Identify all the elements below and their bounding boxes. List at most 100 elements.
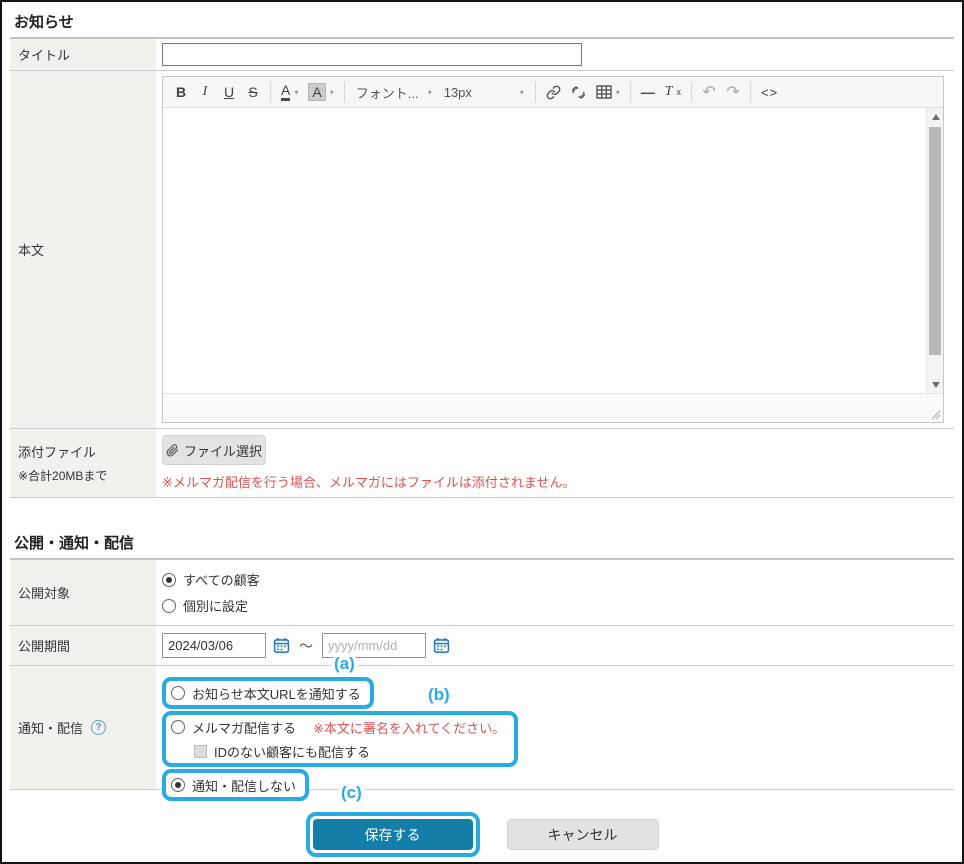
- radio-no-notify-label: 通知・配信しない: [192, 776, 296, 795]
- redo-button[interactable]: ↷: [721, 80, 745, 105]
- radio-individual-setting[interactable]: 個別に設定: [162, 593, 948, 619]
- radio-icon: [162, 573, 176, 587]
- bold-button[interactable]: B: [169, 80, 193, 105]
- radio-icon: [171, 778, 185, 792]
- chevron-down-icon: ▾: [616, 88, 620, 97]
- action-buttons: 保存する キャンセル: [2, 812, 962, 857]
- table-button[interactable]: ▾: [591, 80, 625, 105]
- title-row: タイトル: [10, 39, 954, 71]
- link-icon: [546, 85, 561, 100]
- background-color-button[interactable]: A ▾: [303, 80, 338, 105]
- scroll-down-arrow-icon[interactable]: [927, 376, 944, 393]
- publish-form-table: 公開対象 すべての顧客 個別に設定 公開期間: [10, 560, 954, 790]
- font-size-value: 13px: [444, 85, 472, 100]
- notify-delivery-label: 通知・配信: [18, 718, 83, 737]
- file-select-label: ファイル選択: [184, 441, 262, 460]
- attachment-label: 添付ファイル: [18, 442, 148, 461]
- start-date-input[interactable]: [162, 633, 266, 658]
- attachment-row: 添付ファイル ※合計20MBまで ファイル選択 ※メルマガ配信を行う場合、メルマ…: [10, 429, 954, 498]
- rich-text-editor: B I U S A ▾ A ▾: [162, 76, 944, 423]
- publish-section-title: 公開・通知・配信: [14, 532, 950, 553]
- end-date-calendar-button[interactable]: [433, 637, 450, 654]
- radio-all-customers[interactable]: すべての顧客: [162, 567, 948, 593]
- font-size-select[interactable]: 13px ▾: [438, 80, 530, 105]
- annotation-a: (a): [331, 654, 358, 674]
- toolbar-separator: [270, 82, 271, 102]
- editor-toolbar: B I U S A ▾ A ▾: [163, 77, 943, 108]
- cancel-button[interactable]: キャンセル: [507, 819, 659, 850]
- paperclip-icon: [166, 444, 179, 457]
- chevron-down-icon: ▾: [294, 88, 298, 97]
- insert-link-button[interactable]: [541, 80, 566, 105]
- save-highlight-ring: 保存する: [306, 812, 480, 857]
- toolbar-separator: [344, 82, 345, 102]
- title-input[interactable]: [162, 43, 582, 66]
- notice-section-title: お知らせ: [14, 11, 950, 32]
- publish-target-row: 公開対象 すべての顧客 個別に設定: [10, 560, 954, 626]
- toolbar-separator: [691, 82, 692, 102]
- notice-form-table: タイトル 本文 B I U S A ▾: [10, 39, 954, 498]
- notice-form-page: お知らせ タイトル 本文 B I U S: [0, 0, 964, 864]
- highlight-box-c: 通知・配信しない: [162, 769, 309, 801]
- clear-formatting-icon: T: [665, 84, 673, 100]
- editor-status-bar: [163, 393, 943, 422]
- radio-mail-magazine-label: メルマガ配信する: [192, 718, 296, 737]
- font-family-value: フォント...: [356, 83, 419, 102]
- signature-note-text: ※本文に署名を入れてください。: [313, 718, 505, 737]
- checkbox-no-id-customers-label: IDのない顧客にも配信する: [214, 742, 370, 761]
- body-label: 本文: [10, 71, 156, 428]
- editor-content-area[interactable]: [163, 108, 943, 393]
- file-select-button[interactable]: ファイル選択: [162, 435, 266, 465]
- table-icon: [596, 85, 612, 99]
- title-label: タイトル: [10, 39, 156, 70]
- background-color-icon: A: [308, 83, 325, 101]
- highlight-box-b: メルマガ配信する ※本文に署名を入れてください。 IDのない顧客にも配信する: [162, 711, 518, 767]
- scrollbar-thumb[interactable]: [929, 127, 941, 355]
- toolbar-separator: [630, 82, 631, 102]
- radio-notify-url-label: お知らせ本文URLを通知する: [192, 684, 361, 703]
- radio-icon: [162, 599, 176, 613]
- scroll-up-arrow-icon[interactable]: [927, 108, 944, 125]
- chevron-down-icon: ▾: [428, 88, 432, 97]
- chevron-down-icon: ▾: [520, 88, 524, 97]
- attachment-size-note: ※合計20MBまで: [18, 467, 148, 484]
- horizontal-rule-button[interactable]: —: [636, 80, 660, 105]
- checkbox-icon: [194, 745, 207, 758]
- remove-link-button[interactable]: [566, 80, 591, 105]
- strikethrough-button[interactable]: S: [241, 80, 265, 105]
- undo-button[interactable]: ↶: [697, 80, 721, 105]
- date-range-separator: 〜: [299, 636, 313, 656]
- toolbar-separator: [750, 82, 751, 102]
- publish-target-label: 公開対象: [10, 560, 156, 625]
- calendar-icon: [433, 637, 450, 654]
- checkbox-no-id-customers[interactable]: IDのない顧客にも配信する: [194, 739, 505, 763]
- start-date-calendar-button[interactable]: [273, 637, 290, 654]
- radio-notify-url[interactable]: お知らせ本文URLを通知する: [171, 681, 361, 705]
- toolbar-separator: [535, 82, 536, 102]
- body-row: 本文 B I U S A ▾ A: [10, 71, 954, 429]
- chevron-down-icon: ▾: [330, 88, 334, 97]
- radio-mail-magazine[interactable]: メルマガ配信する ※本文に署名を入れてください。: [171, 715, 505, 739]
- clear-formatting-button[interactable]: Tx: [660, 80, 686, 105]
- save-button[interactable]: 保存する: [313, 819, 473, 850]
- attachment-warning-text: ※メルマガ配信を行う場合、メルマガにはファイルは添付されません。: [162, 472, 948, 491]
- annotation-c: (c): [338, 783, 365, 803]
- resize-grip-icon[interactable]: [929, 408, 941, 420]
- annotation-b: (b): [425, 685, 453, 705]
- text-color-button[interactable]: A ▾: [276, 80, 303, 105]
- help-icon[interactable]: ?: [91, 720, 106, 735]
- radio-individual-setting-label: 個別に設定: [183, 596, 248, 615]
- radio-all-customers-label: すべての顧客: [183, 570, 260, 589]
- radio-icon: [171, 720, 185, 734]
- source-code-button[interactable]: <>: [756, 80, 783, 105]
- calendar-icon: [273, 637, 290, 654]
- publish-period-label: 公開期間: [10, 626, 156, 665]
- font-family-select[interactable]: フォント... ▾: [350, 80, 438, 105]
- editor-scrollbar[interactable]: [926, 108, 943, 393]
- italic-button[interactable]: I: [193, 80, 217, 105]
- notify-delivery-row: 通知・配信 ? (a) (b) (c) お知らせ本文URLを通知する: [10, 666, 954, 790]
- radio-no-notify[interactable]: 通知・配信しない: [171, 773, 296, 797]
- code-icon: <>: [761, 85, 778, 100]
- radio-icon: [171, 686, 185, 700]
- underline-button[interactable]: U: [217, 80, 241, 105]
